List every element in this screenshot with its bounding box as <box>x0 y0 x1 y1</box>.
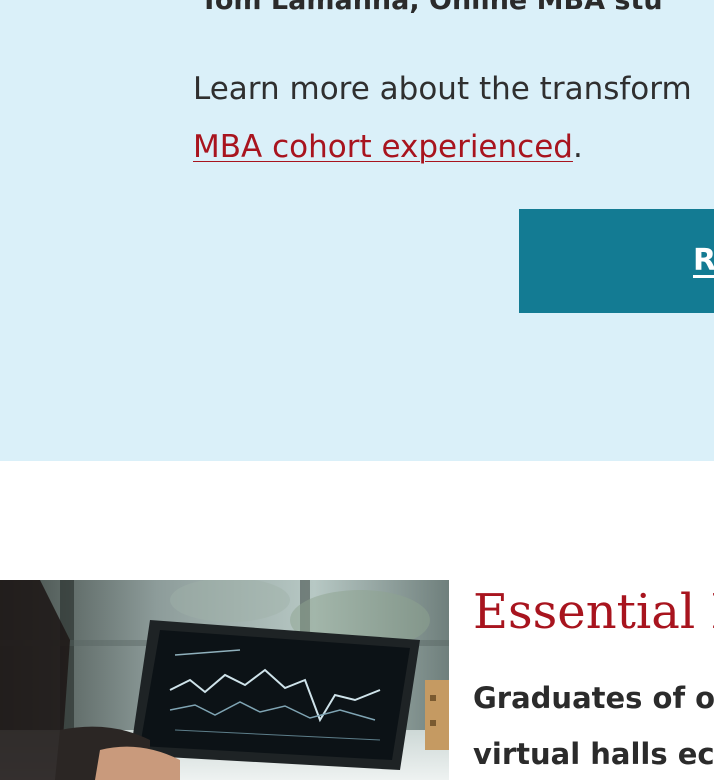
learn-more-text: Learn more about the transform <box>193 71 692 107</box>
section-lead: Graduates of o virtual halls ec <box>473 670 714 780</box>
testimonial-band: Tom Lamanna, Online MBA stu Learn more a… <box>0 0 714 461</box>
section-lead-line1: Graduates of o <box>473 681 714 715</box>
page: Tom Lamanna, Online MBA stu Learn more a… <box>0 0 714 780</box>
mba-cohort-link[interactable]: MBA cohort experienced <box>193 129 573 165</box>
read-more-button[interactable]: R <box>519 209 714 313</box>
section-title: Essential B <box>473 584 714 640</box>
learn-more-suffix: . <box>572 129 583 165</box>
learn-more-paragraph: Learn more about the transform MBA cohor… <box>193 60 714 176</box>
learn-more-line2: MBA cohort experienced. <box>193 118 714 176</box>
section-lead-line2: virtual halls ec <box>473 737 714 771</box>
laptop-photo-illustration <box>0 580 449 780</box>
read-more-button-label: R <box>693 243 714 278</box>
testimonial-attribution: Tom Lamanna, Online MBA stu <box>200 0 663 16</box>
laptop-stock-chart-photo <box>0 580 449 780</box>
